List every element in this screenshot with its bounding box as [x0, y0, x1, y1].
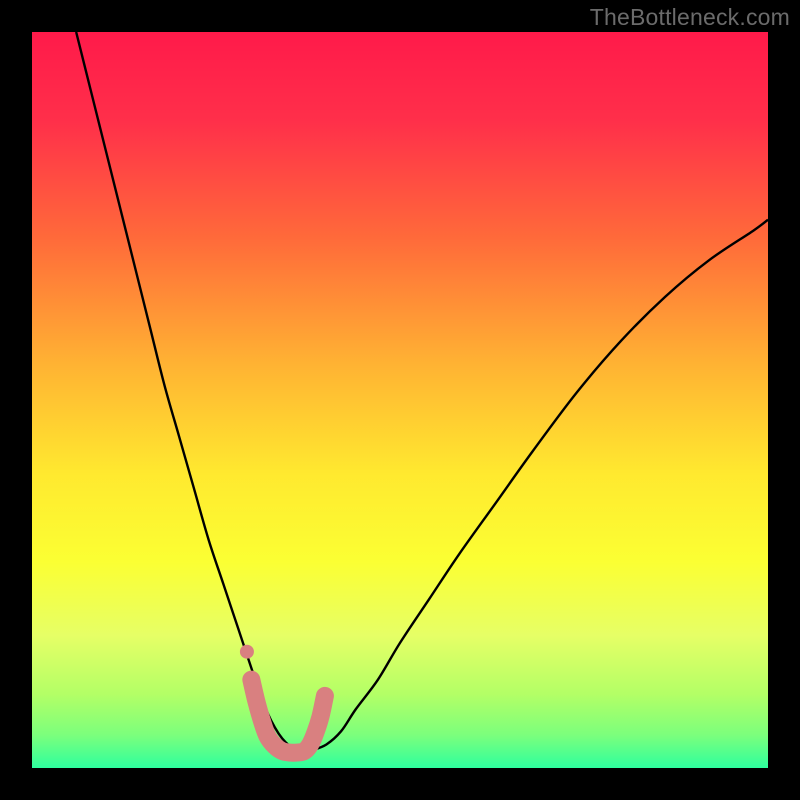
chart-frame: TheBottleneck.com: [0, 0, 800, 800]
background-gradient: [32, 32, 768, 768]
chart-svg: [32, 32, 768, 768]
watermark-text: TheBottleneck.com: [590, 4, 790, 31]
plot-area: [32, 32, 768, 768]
lone-marker: [240, 645, 254, 659]
